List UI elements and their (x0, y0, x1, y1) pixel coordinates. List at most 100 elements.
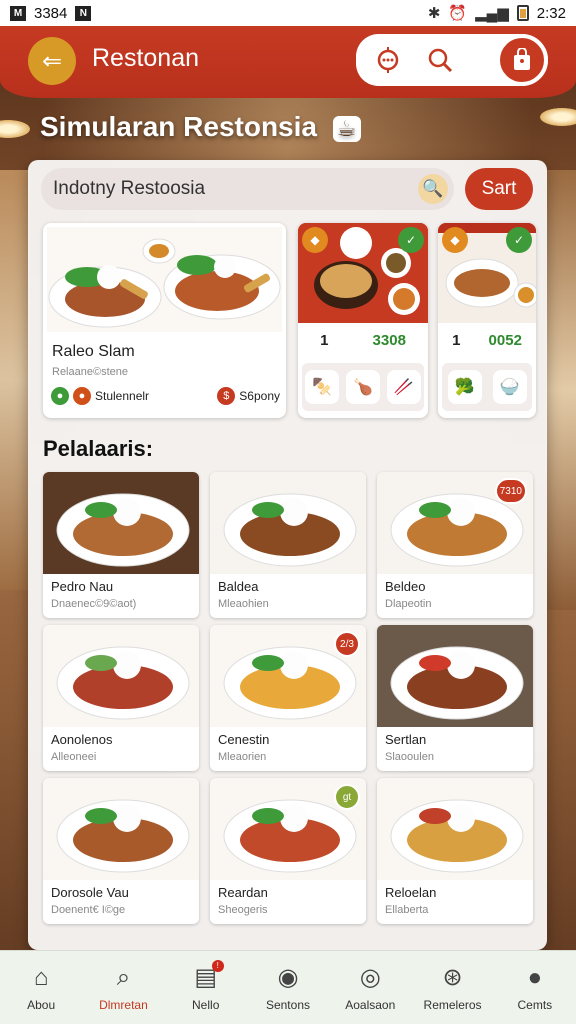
menu-card-badge: gt (334, 784, 360, 810)
promo-items: 🍢 🍗 🥢 (302, 363, 424, 411)
dish-image (43, 625, 199, 727)
promo-price: 3308 (372, 331, 406, 349)
promo-price-row: 1 0052 (438, 327, 536, 353)
menu-card[interactable]: Sertlan Slaooulen (377, 625, 533, 771)
news-icon: ▤ (194, 963, 218, 991)
menu-card-subtitle: Alleoneei (51, 751, 97, 763)
nav-label: Nello (192, 997, 220, 1012)
app-title: Restonan (92, 44, 200, 72)
dish-thumbnail[interactable]: 🥦 (447, 370, 482, 404)
menu-card-name: Reardan (218, 885, 268, 900)
cart-button[interactable] (496, 34, 548, 86)
menu-card[interactable]: Cenestin Mleaorien 2/3 (210, 625, 366, 771)
alarm-icon: ⏰ (448, 5, 468, 22)
menu-card-subtitle: Dlapeotin (385, 598, 432, 610)
veg-badge-icon: ✓ (506, 227, 532, 253)
bag-icon (514, 48, 530, 70)
promo-items: 🥦 🍚 (442, 363, 532, 411)
status-text: 3384 (34, 4, 68, 22)
search-button[interactable] (414, 34, 466, 86)
nav-item[interactable]: ◎ Aoalsaon (332, 964, 408, 1012)
nav-item[interactable]: ⊛ Remeleros (415, 964, 491, 1012)
featured-meta-left: Stulennelr (95, 389, 150, 403)
featured-food-image (47, 227, 282, 332)
featured-title: Raleo Slam (52, 343, 135, 360)
dish-image (377, 778, 533, 880)
menu-card[interactable]: Pedro Nau Dnaenec©9©aot) (43, 472, 199, 618)
promo-card[interactable]: ◆ ✓ 1 0052 🥦 🍚 (438, 223, 536, 418)
search-submit-button[interactable]: Sart (465, 168, 533, 210)
headline-text: Simularan Restonsia (40, 111, 317, 142)
menu-card[interactable]: Reloelan Ellaberta (377, 778, 533, 924)
dish-image (43, 472, 199, 574)
nav-item[interactable]: ● Cemts (497, 964, 573, 1012)
menu-card-subtitle: Slaooulen (385, 751, 434, 763)
promo-price: 0052 (488, 331, 522, 349)
search-icon (428, 48, 453, 73)
offer-badge-icon: ◆ (302, 227, 328, 253)
menu-card-name: Reloelan (385, 885, 437, 900)
menu-card-badge: 7310 (494, 478, 527, 504)
price-tag-icon: $ (217, 387, 236, 405)
leaf-icon: ● (51, 387, 69, 405)
veg-badge-icon: ✓ (398, 227, 424, 253)
featured-meta: ● ● Stulennelr $ S6pony (51, 387, 280, 405)
menu-card[interactable]: Baldea Mleaohien (210, 472, 366, 618)
arrow-left-icon: ⇐ (41, 47, 63, 75)
featured-card[interactable]: Raleo Slam Relaane©stene ● ● Stulennelr … (43, 223, 286, 418)
action-group (356, 34, 548, 86)
home-icon: ⌂ (33, 963, 49, 991)
menu-card-badge: 2/3 (334, 631, 360, 657)
dish-thumbnail[interactable]: 🍚 (492, 370, 527, 404)
bottom-nav: ⌂ Abou ⌕ Dlmretan ▤! Nello ◉ Sentons ◎ Aoalsaon ⊛ R… (0, 950, 576, 1024)
nav-label: Abou (27, 997, 56, 1012)
nav-item[interactable]: ◉ Sentons (250, 964, 326, 1012)
menu-card[interactable]: Beldeo Dlapeotin 7310 (377, 472, 533, 618)
menu-card-subtitle: Dnaenec©9©aot) (51, 598, 137, 610)
nav-item[interactable]: ⌂ Abou (3, 964, 79, 1012)
dish-image (377, 625, 533, 727)
notification-icon: N (75, 5, 92, 21)
search-input[interactable]: Indotny Restoosia (53, 178, 418, 200)
page-headline: Simularan Restonsia ☕ (40, 111, 361, 143)
featured-meta-right: S6pony (239, 389, 280, 403)
wall-decor-left (0, 170, 30, 590)
nav-label: Sentons (265, 997, 310, 1012)
person-icon: ● (527, 963, 543, 991)
menu-card-subtitle: Mleaohien (218, 598, 269, 610)
magnifier-icon[interactable]: 🔍 (418, 174, 448, 204)
menu-card-subtitle: Ellaberta (385, 904, 429, 916)
nav-item[interactable]: ⌕ Dlmretan (85, 964, 161, 1012)
menu-card-name: Baldea (218, 579, 259, 594)
menu-card[interactable]: Dorosole Vau Doenent€ I©ge (43, 778, 199, 924)
dish-icon: ◎ (359, 963, 381, 991)
back-button[interactable]: ⇐ (28, 37, 76, 85)
menu-card-name: Cenestin (218, 732, 270, 747)
menu-card-subtitle: Doenent€ I©ge (51, 904, 126, 916)
nav-label: Remeleros (423, 997, 482, 1012)
menu-card[interactable]: Reardan Sheogeris gt (210, 778, 366, 924)
menu-card-name: Pedro Nau (51, 579, 114, 594)
notification-badge: ! (211, 959, 224, 972)
menu-card-name: Aonolenos (51, 732, 113, 747)
battery-icon (516, 5, 529, 21)
notification-icon: M (10, 5, 26, 21)
promo-qty: 1 (320, 331, 329, 349)
dish-thumbnail[interactable]: 🍢 (305, 370, 340, 404)
promo-card[interactable]: ◆ ✓ 1 3308 🍢 🍗 🥢 (298, 223, 428, 418)
content-panel: Indotny Restoosia 🔍 Sart Raleo Slam Rela… (28, 160, 547, 950)
wall-decor-right (546, 170, 576, 610)
chat-icon (377, 47, 399, 73)
dish-image (210, 472, 366, 574)
dish-image (43, 778, 199, 880)
section-title: Pelalaaris: (43, 436, 154, 461)
search-bar[interactable]: Indotny Restoosia 🔍 (41, 168, 454, 210)
nav-item[interactable]: ▤! Nello (168, 959, 244, 1012)
chat-button[interactable] (362, 34, 414, 86)
search-icon: ⌕ (116, 963, 131, 991)
menu-card[interactable]: Aonolenos Alleoneei (43, 625, 199, 771)
dish-thumbnail[interactable]: 🥢 (386, 370, 421, 404)
promo-qty: 1 (452, 331, 461, 349)
status-time: 2:32 (536, 4, 566, 22)
dish-thumbnail[interactable]: 🍗 (345, 370, 380, 404)
